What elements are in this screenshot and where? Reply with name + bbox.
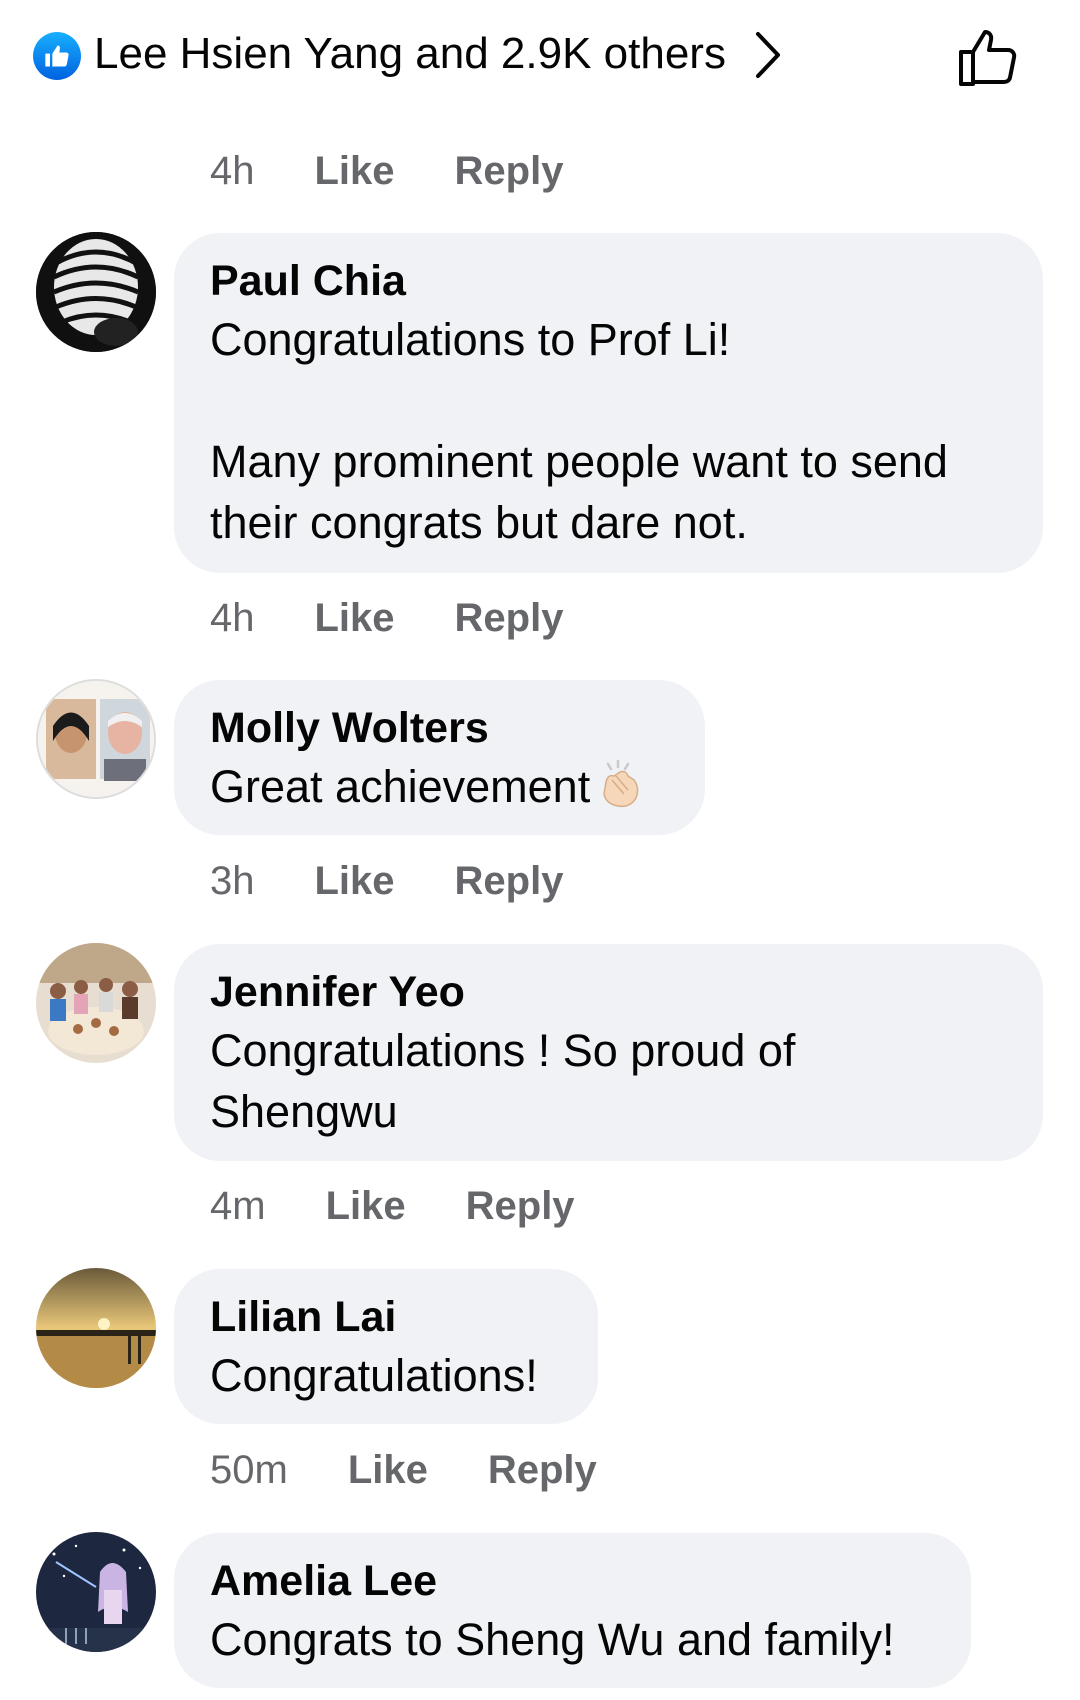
reply-link[interactable]: Reply [455, 859, 564, 904]
comment-meta: 3h Like Reply [210, 855, 563, 907]
comment-bubble[interactable]: Paul Chia Congratulations to Prof Li! Ma… [174, 233, 1043, 573]
comment-author[interactable]: Jennifer Yeo [210, 964, 1007, 1020]
comment-bubble[interactable]: Molly Wolters Great achievement [174, 680, 705, 835]
thumbs-up-outline-icon [959, 30, 1017, 86]
comment-time: 50m [210, 1447, 288, 1492]
comment-author[interactable]: Paul Chia [210, 253, 1007, 309]
avatar[interactable] [36, 1532, 156, 1652]
comment-bubble[interactable]: Amelia Lee Congrats to Sheng Wu and fami… [174, 1533, 971, 1688]
comment-meta: 4h Like Reply [210, 145, 563, 197]
like-reaction-icon [33, 32, 81, 80]
avatar[interactable] [36, 679, 156, 799]
like-link[interactable]: Like [315, 596, 395, 641]
like-link[interactable]: Like [326, 1184, 406, 1229]
comment-text: Great achievement [210, 756, 669, 825]
comment-text: Congratulations! [210, 1350, 538, 1401]
comment-meta: 4m Like Reply [210, 1180, 575, 1232]
reply-link[interactable]: Reply [488, 1448, 597, 1493]
comment-blank-line [210, 370, 1007, 431]
reply-link[interactable]: Reply [466, 1184, 575, 1229]
comment-line: Congratulations to Prof Li! [210, 314, 731, 365]
comment-text: Congratulations ! So proud of Shengwu [210, 1025, 796, 1137]
comment-text: Congratulations to Prof Li! Many promine… [210, 309, 1007, 553]
comment-time: 3h [210, 858, 255, 903]
comment-author[interactable]: Molly Wolters [210, 700, 669, 756]
reactions-bar[interactable]: Lee Hsien Yang and 2.9K others [0, 0, 1080, 112]
reply-link[interactable]: Reply [455, 149, 564, 194]
comment-bubble[interactable]: Jennifer Yeo Congratulations ! So proud … [174, 944, 1043, 1161]
clapping-hands-icon [594, 758, 646, 825]
comment-text: Congrats to Sheng Wu and family! [210, 1614, 895, 1665]
comment-time: 4m [210, 1183, 266, 1228]
like-link[interactable]: Like [315, 149, 395, 194]
comment-meta: 50m Like Reply [210, 1444, 597, 1496]
comment-time: 4h [210, 148, 255, 193]
comment-line: Many prominent people want to send their… [210, 436, 948, 548]
comment-author[interactable]: Lilian Lai [210, 1289, 562, 1345]
chevron-right-icon[interactable] [752, 30, 784, 80]
comment-meta: 4h Like Reply [210, 592, 563, 644]
like-post-button[interactable] [955, 24, 1021, 90]
comment-time: 4h [210, 595, 255, 640]
like-link[interactable]: Like [315, 859, 395, 904]
reply-link[interactable]: Reply [455, 596, 564, 641]
avatar[interactable] [36, 943, 156, 1063]
reactions-summary[interactable]: Lee Hsien Yang and 2.9K others [94, 28, 726, 80]
comment-author[interactable]: Amelia Lee [210, 1553, 935, 1609]
like-link[interactable]: Like [348, 1448, 428, 1493]
avatar[interactable] [36, 232, 156, 352]
avatar[interactable] [36, 1268, 156, 1388]
comment-bubble[interactable]: Lilian Lai Congratulations! [174, 1269, 598, 1424]
comment-line: Great achievement [210, 761, 591, 812]
